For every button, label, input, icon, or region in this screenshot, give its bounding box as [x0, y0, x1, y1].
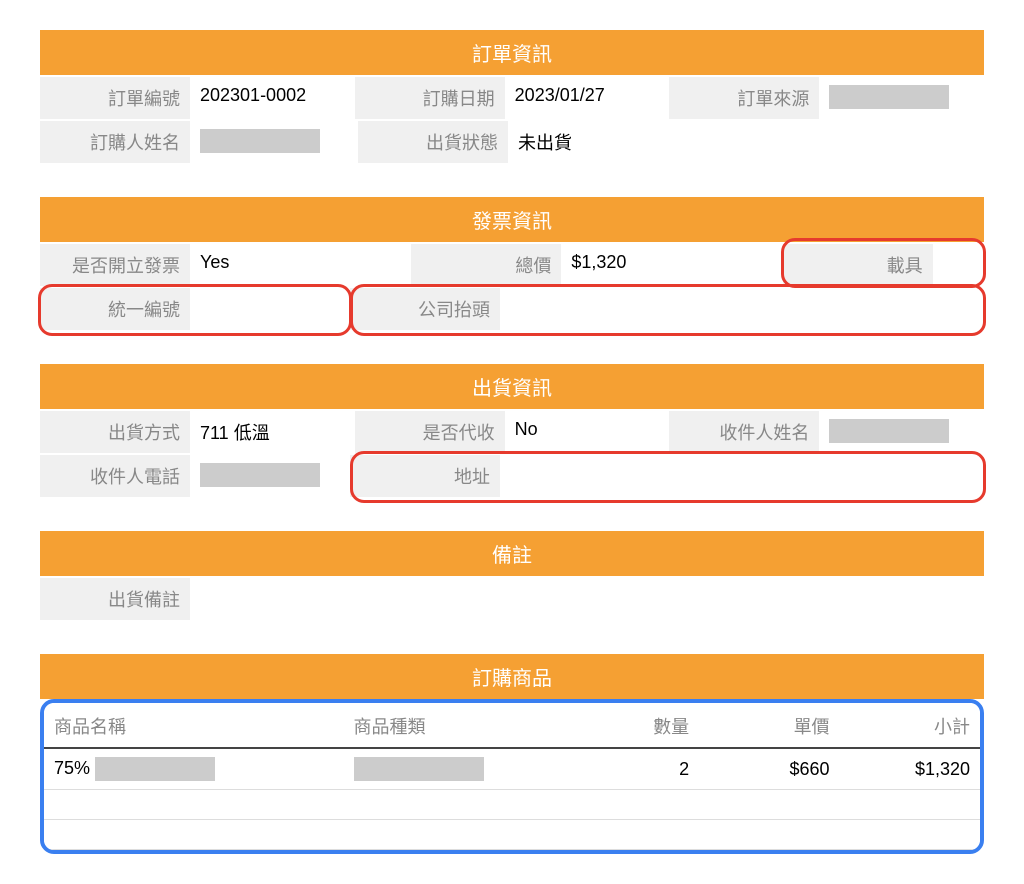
- value-issue-invoice: Yes: [190, 242, 411, 286]
- label-ship-remark: 出貨備註: [40, 576, 190, 620]
- value-carrier: [933, 242, 984, 286]
- cell-price: $660: [699, 748, 839, 790]
- label-total: 總價: [411, 242, 561, 286]
- value-vat: [190, 286, 350, 330]
- cell-sub: $1,320: [840, 748, 980, 790]
- invoice-info-section: 發票資訊 是否開立發票 Yes 總價 $1,320 載具 統一編號 公司抬頭: [40, 197, 984, 330]
- order-info-section: 訂單資訊 訂單編號 202301-0002 訂購日期 2023/01/27 訂單…: [40, 30, 984, 163]
- company-pair: 公司抬頭: [350, 286, 984, 330]
- label-carrier: 載具: [783, 242, 933, 286]
- label-buyer-name: 訂購人姓名: [40, 119, 190, 163]
- col-qty: 數量: [568, 703, 699, 748]
- value-recipient: [819, 409, 984, 453]
- ship-row-1: 出貨方式 711 低溫 是否代收 No 收件人姓名: [40, 409, 984, 453]
- col-sub: 小計: [840, 703, 980, 748]
- value-address: [500, 453, 984, 497]
- invoice-row-2: 統一編號 公司抬頭: [40, 286, 984, 330]
- redacted-block: [829, 419, 949, 443]
- vat-pair: 統一編號: [40, 286, 350, 330]
- value-buyer-name: [190, 119, 358, 163]
- value-phone: [190, 453, 350, 497]
- value-ship-method: 711 低溫: [190, 409, 355, 453]
- value-ship-status: 未出貨: [508, 119, 984, 163]
- value-order-date: 2023/01/27: [505, 75, 670, 119]
- redacted-block: [354, 757, 484, 781]
- col-price: 單價: [699, 703, 839, 748]
- value-ship-remark: [190, 576, 984, 620]
- value-company: [500, 286, 984, 330]
- table-row: 75% 2 $660 $1,320: [44, 748, 980, 790]
- order-info-row-1: 訂單編號 202301-0002 訂購日期 2023/01/27 訂單來源: [40, 75, 984, 119]
- label-phone: 收件人電話: [40, 453, 190, 497]
- ship-info-section: 出貨資訊 出貨方式 711 低溫 是否代收 No 收件人姓名 收件人電話 地址: [40, 364, 984, 497]
- label-order-source: 訂單來源: [669, 75, 819, 119]
- label-recipient: 收件人姓名: [669, 409, 819, 453]
- products-table: 商品名稱 商品種類 數量 單價 小計 75% 2 $: [44, 703, 980, 850]
- remark-section: 備註 出貨備註: [40, 531, 984, 620]
- redacted-block: [200, 463, 320, 487]
- table-row: [44, 790, 980, 820]
- remark-row: 出貨備註: [40, 576, 984, 620]
- label-company: 公司抬頭: [350, 286, 500, 330]
- name-prefix: 75%: [54, 758, 90, 778]
- cell-name: 75%: [44, 748, 344, 790]
- label-address: 地址: [350, 453, 500, 497]
- cell-qty: 2: [568, 748, 699, 790]
- label-ship-method: 出貨方式: [40, 409, 190, 453]
- redacted-block: [829, 85, 949, 109]
- value-cod: No: [505, 409, 670, 453]
- invoice-info-header: 發票資訊: [40, 197, 984, 242]
- ship-row-2: 收件人電話 地址: [40, 453, 984, 497]
- redacted-block: [200, 129, 320, 153]
- redacted-block: [95, 757, 215, 781]
- ship-info-header: 出貨資訊: [40, 364, 984, 409]
- label-vat: 統一編號: [40, 286, 190, 330]
- label-issue-invoice: 是否開立發票: [40, 242, 190, 286]
- carrier-pair: 載具: [783, 242, 984, 286]
- products-header: 訂購商品: [40, 654, 984, 699]
- products-highlight: 商品名稱 商品種類 數量 單價 小計 75% 2 $: [40, 699, 984, 854]
- label-ship-status: 出貨狀態: [358, 119, 508, 163]
- order-info-header: 訂單資訊: [40, 30, 984, 75]
- col-name: 商品名稱: [44, 703, 344, 748]
- label-cod: 是否代收: [355, 409, 505, 453]
- value-order-no: 202301-0002: [190, 75, 355, 119]
- label-order-date: 訂購日期: [355, 75, 505, 119]
- col-kind: 商品種類: [344, 703, 569, 748]
- address-pair: 地址: [350, 453, 984, 497]
- cell-kind: [344, 748, 569, 790]
- value-order-source: [819, 75, 984, 119]
- value-total: $1,320: [561, 242, 782, 286]
- invoice-row-1: 是否開立發票 Yes 總價 $1,320 載具: [40, 242, 984, 286]
- label-order-no: 訂單編號: [40, 75, 190, 119]
- products-section: 訂購商品 商品名稱 商品種類 數量 單價 小計 75%: [40, 654, 984, 854]
- remark-header: 備註: [40, 531, 984, 576]
- table-row: [44, 820, 980, 850]
- order-info-row-2: 訂購人姓名 出貨狀態 未出貨: [40, 119, 984, 163]
